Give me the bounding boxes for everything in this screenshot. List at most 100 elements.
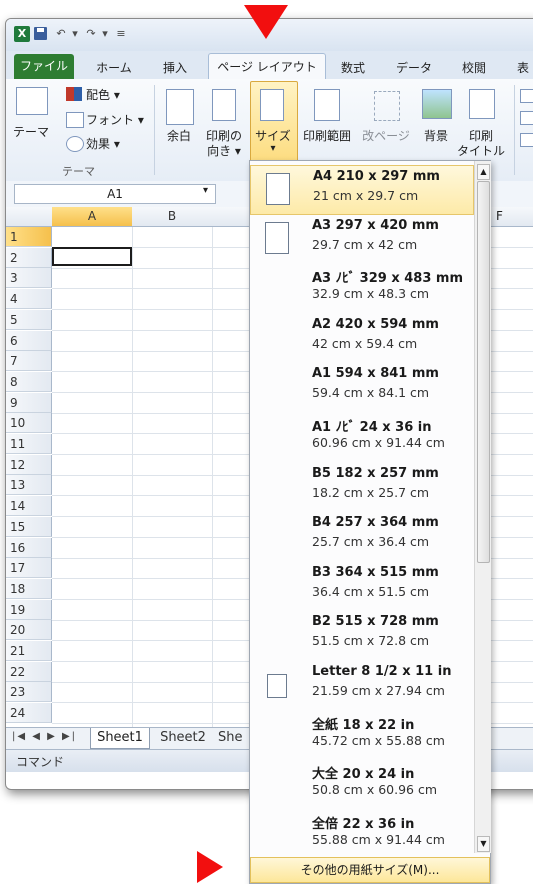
fonts-button[interactable]: フォント ▾ <box>86 111 144 128</box>
select-all-corner[interactable] <box>6 207 53 227</box>
print-area-icon[interactable] <box>314 89 340 121</box>
colors-button[interactable]: 配色 ▾ <box>86 86 120 103</box>
scale-icon[interactable] <box>520 133 533 147</box>
portrait-page-icon <box>265 221 289 254</box>
customize-qat-icon[interactable]: ≡ <box>114 27 128 41</box>
row-header[interactable]: 11 <box>6 434 52 454</box>
print-area-button[interactable]: 印刷範囲 <box>300 127 354 144</box>
background-button[interactable]: 背景 <box>416 127 456 144</box>
sheet-tab-sheet3[interactable]: She <box>218 728 252 748</box>
paper-size-item[interactable]: A3 297 x 420 mm 29.7 cm x 42 cm <box>250 215 474 265</box>
row-header[interactable]: 18 <box>6 578 52 599</box>
row-header[interactable]: 4 <box>6 289 52 310</box>
row-header[interactable]: 17 <box>6 558 52 579</box>
column-header-f[interactable]: F <box>496 207 526 226</box>
row-header[interactable]: 9 <box>6 392 52 413</box>
paper-size-title: B2 515 x 728 mm <box>312 614 439 630</box>
redo-icon[interactable]: ↷ <box>84 27 98 41</box>
column-header-b[interactable]: B <box>132 207 213 227</box>
paper-size-item[interactable]: B3 364 x 515 mm 36.4 cm x 51.5 cm <box>250 562 474 612</box>
paper-size-dimensions: 45.72 cm x 55.88 cm <box>312 732 445 748</box>
row-header[interactable]: 7 <box>6 351 52 372</box>
paper-size-item[interactable]: B5 182 x 257 mm 18.2 cm x 25.7 cm <box>250 463 474 513</box>
paper-size-item[interactable]: 全倍 22 x 36 in 55.88 cm x 91.44 cm <box>250 810 474 860</box>
row-header[interactable]: 16 <box>6 537 52 558</box>
orientation-label-2[interactable]: 向き ▾ <box>202 142 246 159</box>
paper-size-title: 全倍 22 x 36 in <box>312 816 415 832</box>
print-titles-icon[interactable] <box>469 89 495 119</box>
name-box-dropdown-icon[interactable]: ▾ <box>203 185 208 196</box>
name-box[interactable]: A1 <box>14 184 216 204</box>
paper-size-dimensions: 21.59 cm x 27.94 cm <box>312 683 445 698</box>
paper-size-item[interactable]: A1 594 x 841 mm 59.4 cm x 84.1 cm <box>250 363 474 413</box>
paper-size-dimensions: 60.96 cm x 91.44 cm <box>312 435 445 450</box>
scroll-down-icon[interactable]: ▼ <box>477 836 490 852</box>
tab-data[interactable]: データ <box>386 57 442 79</box>
row-header[interactable]: 21 <box>6 641 52 661</box>
tab-formulas[interactable]: 数式 <box>330 57 376 79</box>
paper-size-item[interactable]: A3 ﾉﾋﾞ 329 x 483 mm 32.9 cm x 48.3 cm <box>250 264 474 314</box>
paper-size-item[interactable]: A2 420 x 594 mm 42 cm x 59.4 cm <box>250 314 474 364</box>
breaks-icon[interactable] <box>374 91 400 121</box>
row-header[interactable]: 6 <box>6 330 52 351</box>
margins-icon[interactable] <box>166 89 194 125</box>
paper-size-item[interactable]: 全紙 18 x 22 in 45.72 cm x 55.88 cm <box>250 711 474 761</box>
row-header[interactable]: 8 <box>6 371 52 392</box>
scroll-thumb[interactable] <box>477 181 490 563</box>
paper-size-item[interactable]: B2 515 x 728 mm 51.5 cm x 72.8 cm <box>250 611 474 661</box>
row-header[interactable]: 10 <box>6 413 52 434</box>
row-header[interactable]: 15 <box>6 516 52 537</box>
paper-size-title: A1 594 x 841 mm <box>312 366 439 382</box>
row-header[interactable]: 3 <box>6 268 52 289</box>
orientation-icon[interactable] <box>212 89 236 121</box>
scroll-up-icon[interactable]: ▲ <box>477 164 490 180</box>
undo-dropdown-icon[interactable]: ▾ <box>68 27 82 41</box>
row-header[interactable]: 5 <box>6 309 52 330</box>
width-icon[interactable] <box>520 89 533 103</box>
undo-icon[interactable]: ↶ <box>54 27 68 41</box>
row-header[interactable]: 12 <box>6 454 52 475</box>
row-header[interactable]: 23 <box>6 682 52 703</box>
paper-size-item[interactable]: 大全 20 x 24 in 50.8 cm x 60.96 cm <box>250 760 474 810</box>
tab-view[interactable]: 表 <box>508 57 533 79</box>
save-icon[interactable] <box>34 27 47 40</box>
paper-size-item[interactable]: A4 210 x 297 mm 21 cm x 29.7 cm <box>250 165 474 215</box>
row-header[interactable]: 14 <box>6 496 52 517</box>
active-cell-a1[interactable] <box>52 247 132 266</box>
size-icon <box>260 89 284 121</box>
tab-page-layout[interactable]: ページ レイアウト <box>208 53 326 81</box>
redo-dropdown-icon[interactable]: ▾ <box>98 27 112 41</box>
themes-icon[interactable] <box>16 87 48 115</box>
print-titles-label-2[interactable]: タイトル <box>454 142 508 159</box>
more-paper-sizes-button[interactable]: その他の用紙サイズ(M)... <box>250 857 490 883</box>
themes-label[interactable]: テーマ <box>9 123 53 140</box>
background-icon[interactable] <box>422 89 452 119</box>
row-header[interactable]: 13 <box>6 475 52 496</box>
paper-size-item[interactable]: B4 257 x 364 mm 25.7 cm x 36.4 cm <box>250 512 474 562</box>
breaks-button[interactable]: 改ページ <box>360 127 412 144</box>
tab-home[interactable]: ホーム <box>84 57 144 79</box>
tab-review[interactable]: 校閲 <box>451 57 497 79</box>
row-header[interactable]: 1 <box>6 227 52 247</box>
sheet-nav-arrows-icon[interactable]: |◀ ◀ ▶ ▶| <box>12 731 77 742</box>
sheet-tab-sheet1[interactable]: Sheet1 <box>90 728 150 749</box>
effects-button[interactable]: 効果 ▾ <box>86 135 120 152</box>
paper-size-dimensions: 18.2 cm x 25.7 cm <box>312 484 430 500</box>
row-header[interactable]: 2 <box>6 247 52 268</box>
paper-size-item[interactable]: Letter 8 1/2 x 11 in 21.59 cm x 27.94 cm <box>250 661 474 711</box>
paper-size-title: B4 257 x 364 mm <box>312 515 439 531</box>
sheet-tab-sheet2[interactable]: Sheet2 <box>154 728 212 748</box>
row-header[interactable]: 19 <box>6 599 52 620</box>
row-header[interactable]: 24 <box>6 703 52 724</box>
height-icon[interactable] <box>520 111 533 125</box>
menu-scrollbar[interactable]: ▲ ▼ <box>474 161 491 853</box>
margins-button[interactable]: 余白 <box>158 127 200 144</box>
paper-size-item[interactable]: A1 ﾉﾋﾞ 24 x 36 in 60.96 cm x 91.44 cm <box>250 413 474 463</box>
tab-insert[interactable]: 挿入 <box>150 57 200 79</box>
row-header[interactable]: 20 <box>6 620 52 641</box>
group-divider <box>154 85 155 175</box>
column-header-a[interactable]: A <box>52 207 133 227</box>
row-header[interactable]: 22 <box>6 661 52 682</box>
colors-icon <box>66 87 82 101</box>
tab-file[interactable]: ファイル <box>14 54 74 79</box>
